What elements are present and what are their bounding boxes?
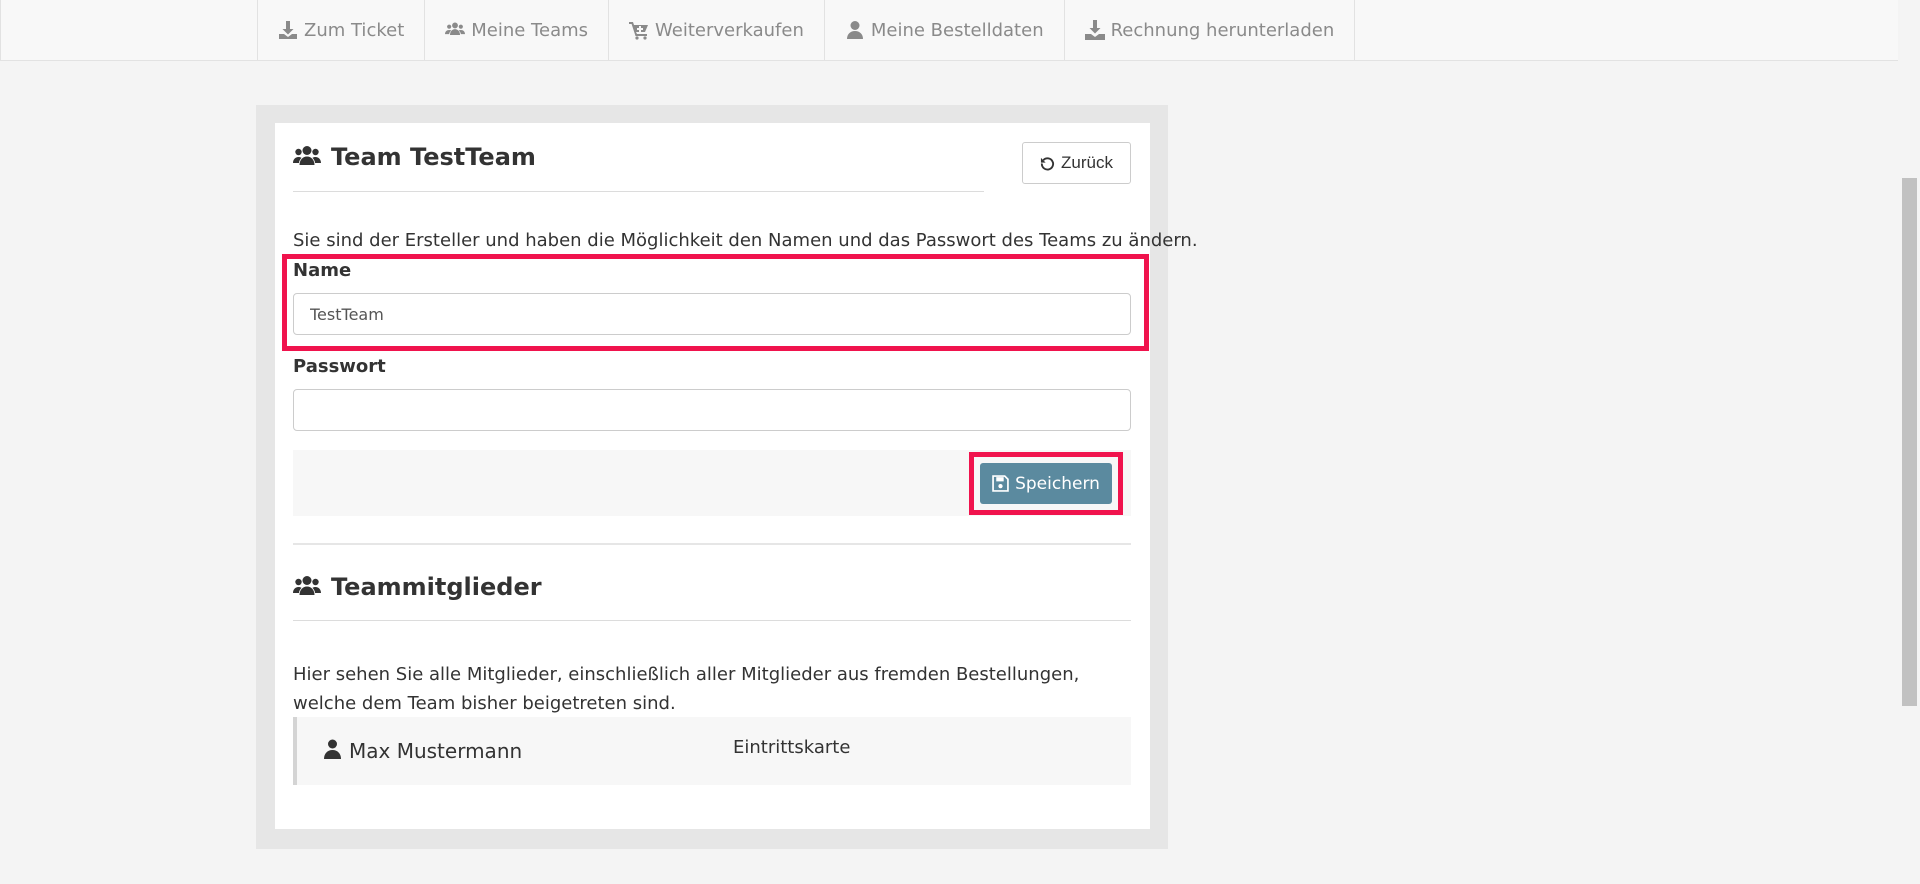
password-label: Passwort bbox=[293, 356, 386, 377]
nav-item-label: Weiterverkaufen bbox=[655, 19, 804, 41]
members-title: Teammitglieder bbox=[331, 573, 542, 601]
member-ticket-type: Eintrittskarte bbox=[733, 737, 851, 758]
team-header: Team TestTeam bbox=[293, 143, 536, 171]
nav-item-label: Rechnung herunterladen bbox=[1110, 19, 1335, 41]
members-description: Hier sehen Sie alle Mitglieder, einschli… bbox=[293, 664, 1080, 714]
back-button-label: Zurück bbox=[1061, 153, 1113, 172]
save-button-label: Speichern bbox=[1015, 473, 1100, 494]
top-navigation: Zum Ticket Meine Teams Weiterverkaufen M… bbox=[0, 0, 1898, 61]
divider bbox=[293, 191, 984, 192]
nav-item-rechnung-herunterladen[interactable]: Rechnung herunterladen bbox=[1063, 0, 1356, 60]
undo-icon bbox=[1040, 156, 1055, 171]
password-input[interactable] bbox=[293, 389, 1131, 431]
users-icon bbox=[445, 22, 466, 35]
save-button[interactable]: Speichern bbox=[980, 463, 1112, 504]
member-name: Max Mustermann bbox=[349, 739, 523, 763]
user-icon bbox=[846, 21, 863, 39]
back-button[interactable]: Zurück bbox=[1022, 142, 1131, 184]
list-item: Max Mustermann Eintrittskarte bbox=[293, 717, 1131, 785]
users-icon bbox=[293, 576, 321, 595]
nav-item-weiterverkaufen[interactable]: Weiterverkaufen bbox=[608, 0, 824, 60]
intro-text: Sie sind der Ersteller und haben die Mög… bbox=[293, 230, 1198, 251]
nav-item-meine-teams[interactable]: Meine Teams bbox=[424, 0, 608, 60]
section-divider bbox=[293, 543, 1131, 545]
scrollbar-thumb[interactable] bbox=[1902, 178, 1917, 706]
nav-item-zum-ticket[interactable]: Zum Ticket bbox=[257, 0, 424, 60]
name-input[interactable] bbox=[293, 293, 1131, 335]
download-icon bbox=[279, 21, 297, 39]
download-tray-icon bbox=[1084, 20, 1105, 40]
nav-item-label: Meine Bestelldaten bbox=[870, 19, 1044, 41]
users-icon bbox=[293, 146, 321, 165]
nav-item-label: Zum Ticket bbox=[304, 19, 405, 41]
nav-item-label: Meine Teams bbox=[471, 19, 589, 41]
nav-item-meine-bestelldaten[interactable]: Meine Bestelldaten bbox=[823, 0, 1064, 60]
members-header: Teammitglieder bbox=[293, 573, 542, 601]
cart-icon bbox=[629, 22, 649, 40]
name-label: Name bbox=[293, 260, 352, 281]
page-title: Team TestTeam bbox=[331, 143, 536, 171]
divider bbox=[293, 620, 1131, 621]
floppy-disk-icon bbox=[992, 475, 1009, 492]
user-icon bbox=[324, 739, 341, 759]
